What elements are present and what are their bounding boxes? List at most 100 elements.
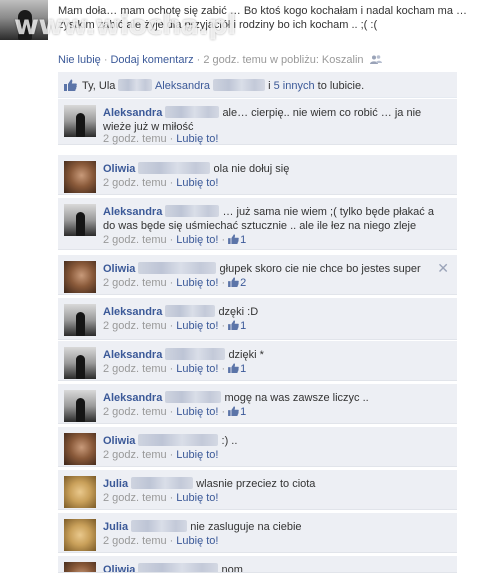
comment-timestamp[interactable]: 2 godz. temu bbox=[103, 320, 167, 332]
friends-icon bbox=[369, 55, 382, 64]
watermark: www.wiocha.pl bbox=[14, 10, 236, 41]
like-comment-link[interactable]: Lubię to! bbox=[176, 449, 218, 461]
thumbs-up-icon bbox=[64, 79, 77, 91]
like-comment-link[interactable]: Lubię to! bbox=[176, 406, 218, 418]
thumbs-up-icon bbox=[228, 234, 239, 244]
comment-item: Aleksandra dzięki * 2 godz. temu · Lubię t… bbox=[58, 341, 457, 381]
comment-body: Julia nie zasluguje na ciebie bbox=[103, 520, 447, 534]
like-comment-link[interactable]: Lubię to! bbox=[176, 492, 218, 504]
commenter-avatar[interactable] bbox=[64, 476, 96, 508]
comment-body: Oliwia :) .. bbox=[103, 434, 447, 448]
commenter-avatar[interactable] bbox=[64, 105, 96, 137]
separator: · bbox=[169, 177, 174, 189]
commenter-name[interactable]: Julia bbox=[103, 478, 128, 490]
comment-like-count[interactable]: 1 bbox=[228, 363, 246, 375]
redacted-name bbox=[165, 205, 220, 217]
commenter-name[interactable]: Oliwia bbox=[103, 564, 135, 572]
comment-item: Julia nie zasluguje na ciebie 2 godz. te… bbox=[58, 513, 457, 553]
commenter-avatar[interactable] bbox=[64, 204, 96, 236]
like-count-value: 1 bbox=[240, 406, 247, 418]
commenter-name[interactable]: Oliwia bbox=[103, 163, 135, 175]
comment-body: Oliwia nom bbox=[103, 563, 447, 572]
thumbs-up-icon bbox=[228, 363, 239, 373]
commenter-avatar[interactable] bbox=[64, 261, 96, 293]
comment-timestamp[interactable]: 2 godz. temu bbox=[103, 177, 167, 189]
comment-timestamp[interactable]: 2 godz. temu bbox=[103, 277, 167, 289]
commenter-name[interactable]: Aleksandra bbox=[103, 306, 162, 318]
comment-item: Oliwia głupek skoro cie nie chce bo jest… bbox=[58, 255, 457, 295]
commenter-name[interactable]: Aleksandra bbox=[103, 392, 162, 404]
comment-item: Aleksandra ale… cierpię.. nie wiem co ro… bbox=[58, 99, 457, 145]
comment-meta: 2 godz. temu · Lubię to! · 1 bbox=[103, 234, 246, 246]
like-comment-link[interactable]: Lubię to! bbox=[176, 177, 218, 189]
redacted-name bbox=[165, 391, 222, 403]
commenter-avatar[interactable] bbox=[64, 433, 96, 465]
commenter-avatar[interactable] bbox=[64, 519, 96, 551]
redacted-name bbox=[165, 106, 220, 118]
like-comment-link[interactable]: Lubię to! bbox=[176, 133, 218, 145]
comment-item: Oliwia :) .. 2 godz. temu · Lubię to! bbox=[58, 427, 457, 467]
commenter-name[interactable]: Aleksandra bbox=[103, 206, 162, 218]
commenter-avatar[interactable] bbox=[64, 562, 96, 572]
redacted-name bbox=[165, 348, 226, 360]
redacted-name bbox=[138, 434, 219, 446]
like-comment-link[interactable]: Lubię to! bbox=[176, 234, 218, 246]
comment-text: nie zasluguje na ciebie bbox=[190, 521, 302, 533]
separator: · bbox=[169, 277, 174, 289]
comment-meta: 2 godz. temu · Lubię to! · 1 bbox=[103, 320, 246, 332]
redacted-name bbox=[138, 563, 219, 572]
comment-timestamp[interactable]: 2 godz. temu bbox=[103, 535, 167, 547]
separator: · bbox=[221, 406, 226, 418]
commenter-avatar[interactable] bbox=[64, 304, 96, 336]
commenter-name[interactable]: Julia bbox=[103, 521, 128, 533]
comment-timestamp[interactable]: 2 godz. temu bbox=[103, 234, 167, 246]
redacted-name bbox=[118, 79, 153, 91]
likes-you: Ty, Ula bbox=[82, 80, 116, 92]
comment-meta: 2 godz. temu · Lubię to! · 1 bbox=[103, 406, 246, 418]
like-comment-link[interactable]: Lubię to! bbox=[176, 320, 218, 332]
comment-item: Aleksandra dzęki :D 2 godz. temu · Lubię t… bbox=[58, 298, 457, 340]
comment-like-count[interactable]: 1 bbox=[228, 406, 246, 418]
unlike-link[interactable]: Nie lubię bbox=[58, 54, 101, 66]
comment-meta: 2 godz. temu · Lubię to! bbox=[103, 177, 218, 189]
commenter-avatar[interactable] bbox=[64, 161, 96, 193]
like-comment-link[interactable]: Lubię to! bbox=[176, 363, 218, 375]
post-actions: Nie lubię · Dodaj komentarz · 2 godz. temu w… bbox=[58, 54, 483, 66]
thumbs-up-icon bbox=[228, 406, 239, 416]
comment-item: Aleksandra mogę na was zawsze liczyc .. … bbox=[58, 384, 457, 424]
commenter-name[interactable]: Oliwia bbox=[103, 435, 135, 447]
comment-timestamp[interactable]: 2 godz. temu bbox=[103, 363, 167, 375]
comment-timestamp[interactable]: 2 godz. temu bbox=[103, 133, 167, 145]
remove-comment-icon[interactable]: ✕ bbox=[437, 260, 449, 277]
add-comment-link[interactable]: Dodaj komentarz bbox=[110, 54, 193, 66]
thumbs-up-icon bbox=[228, 320, 239, 330]
comment-like-count[interactable]: 2 bbox=[228, 277, 246, 289]
comment-timestamp[interactable]: 2 godz. temu bbox=[103, 449, 167, 461]
commenter-name[interactable]: Aleksandra bbox=[103, 349, 162, 361]
comment-item: Julia wlasnie przeciez to ciota 2 godz. … bbox=[58, 470, 457, 510]
comment-meta: 2 godz. temu · Lubię to! bbox=[103, 449, 218, 461]
redacted-name bbox=[131, 477, 194, 489]
comment-meta: 2 godz. temu · Lubię to! bbox=[103, 133, 218, 145]
commenter-name[interactable]: Oliwia bbox=[103, 263, 135, 275]
commenter-name[interactable]: Aleksandra bbox=[103, 107, 162, 119]
like-comment-link[interactable]: Lubię to! bbox=[176, 535, 218, 547]
redacted-name bbox=[138, 262, 217, 274]
redacted-name bbox=[131, 520, 188, 532]
liker-name-link[interactable]: Aleksandra bbox=[155, 80, 210, 92]
like-comment-link[interactable]: Lubię to! bbox=[176, 277, 218, 289]
commenter-avatar[interactable] bbox=[64, 390, 96, 422]
comment-timestamp[interactable]: 2 godz. temu bbox=[103, 492, 167, 504]
comment-timestamp[interactable]: 2 godz. temu bbox=[103, 406, 167, 418]
comment-like-count[interactable]: 1 bbox=[228, 234, 246, 246]
comment-like-count[interactable]: 1 bbox=[228, 320, 246, 332]
commenter-avatar[interactable] bbox=[64, 347, 96, 379]
comment-text: mogę na was zawsze liczyc .. bbox=[224, 392, 369, 404]
comment-body: Aleksandra dzęki :D bbox=[103, 305, 447, 319]
redacted-name bbox=[165, 305, 216, 317]
post-timestamp[interactable]: 2 godz. temu w pobliżu: Koszalin bbox=[203, 54, 363, 66]
likes-others-link[interactable]: 5 innych bbox=[274, 80, 315, 92]
separator: · bbox=[103, 54, 108, 66]
separator: · bbox=[221, 363, 226, 375]
comment-body: Aleksandra dzięki * bbox=[103, 348, 447, 362]
